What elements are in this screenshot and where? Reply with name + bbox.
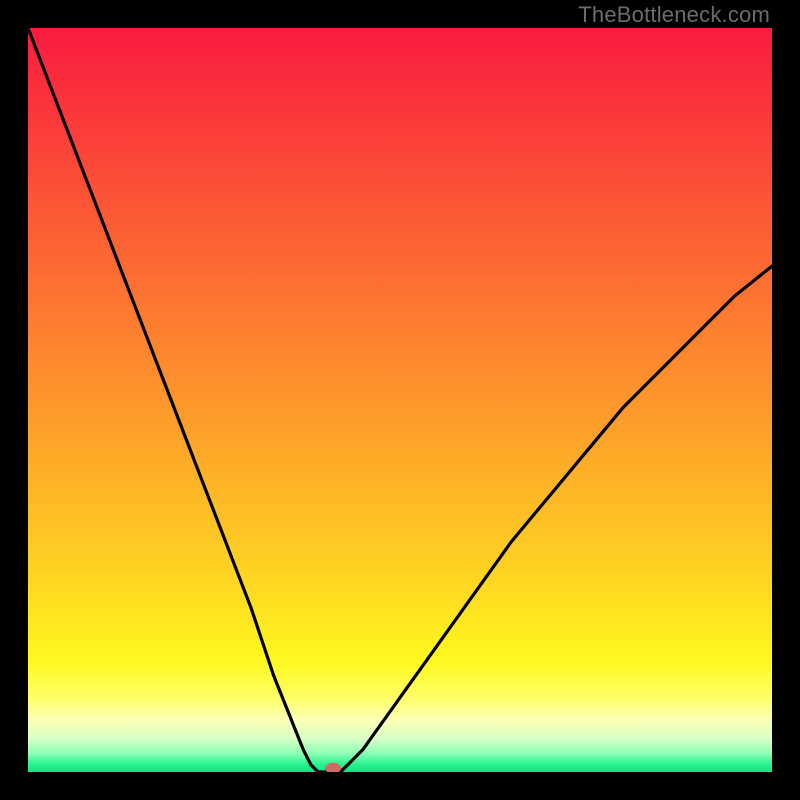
watermark-text: TheBottleneck.com bbox=[578, 2, 770, 28]
bottleneck-chart bbox=[28, 28, 772, 772]
chart-background bbox=[28, 28, 772, 772]
chart-frame: TheBottleneck.com bbox=[0, 0, 800, 800]
